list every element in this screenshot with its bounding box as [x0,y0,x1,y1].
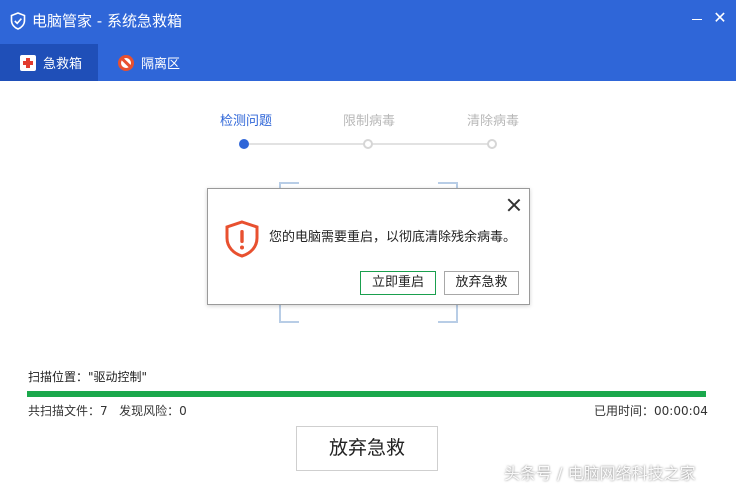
minimize-button[interactable] [687,8,707,28]
scan-frame-corner [279,303,299,323]
step-clean-label: 清除病毒 [467,114,520,129]
window-title: 电脑管家 - 系统急救箱 [32,12,182,30]
dialog-message: 您的电脑需要重启，以彻底清除残余病毒。 [269,230,517,245]
tab-label: 急救箱 [43,57,83,72]
giveup-rescue-button[interactable]: 放弃急救 [296,426,438,471]
first-aid-kit-icon [20,54,36,71]
step-detect-dot [239,139,249,149]
dialog-close-button[interactable] [505,196,523,214]
scan-frame-corner [438,303,458,323]
tab-quarantine[interactable]: 隔离区 [112,44,202,81]
close-icon: ✕ [713,8,727,27]
tab-label: 隔离区 [141,57,181,72]
scan-stats: 共扫描文件：7 发现风险：0 [28,403,187,419]
scan-progress-fill [27,391,706,397]
watermark-text: 头条号 / 电脑网络科技之家 [504,464,696,483]
step-restrict-dot [363,139,373,149]
elapsed-time: 已用时间：00:00:04 [594,404,708,418]
step-clean-dot [487,139,497,149]
restart-now-button[interactable]: 立即重启 [360,271,436,295]
title-bar: 电脑管家 - 系统急救箱 ✕ [0,0,736,44]
close-button[interactable]: ✕ [710,8,730,28]
tab-first-aid[interactable]: 急救箱 [0,44,98,81]
step-detect-label: 检测问题 [220,114,273,129]
shield-icon [10,12,26,30]
scanned-files-count: 共扫描文件：7 [28,404,108,418]
minimize-icon [692,19,702,20]
dialog-giveup-button[interactable]: 放弃急救 [444,271,519,295]
warning-shield-icon [225,220,259,258]
step-restrict-label: 限制病毒 [343,114,396,129]
ban-icon [118,54,134,71]
scan-progress-bar [27,391,706,397]
scan-location: 扫描位置："驱动控制" [28,370,148,384]
restart-dialog: 您的电脑需要重启，以彻底清除残余病毒。 立即重启 放弃急救 [207,188,530,305]
risk-count: 发现风险：0 [119,404,187,418]
tab-bar: 急救箱 隔离区 [0,44,736,81]
